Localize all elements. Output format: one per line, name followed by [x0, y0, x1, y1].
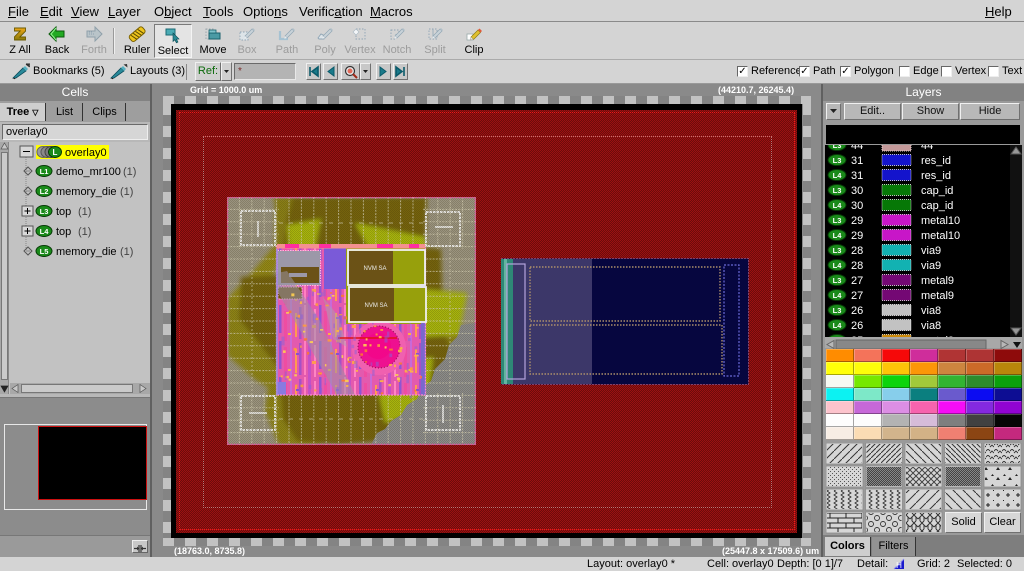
svg-text:(1): (1): [120, 246, 133, 258]
svg-text:27: 27: [851, 290, 863, 302]
svg-text:res_id: res_id: [921, 155, 951, 167]
svg-text:L3: L3: [833, 246, 842, 255]
svg-text:26: 26: [851, 305, 863, 317]
svg-text:memory_die: memory_die: [56, 186, 117, 198]
svg-text:L: L: [53, 148, 58, 157]
svg-text:NVM SA: NVM SA: [363, 266, 386, 272]
svg-text:L4: L4: [833, 261, 843, 270]
svg-text:44: 44: [921, 145, 933, 152]
svg-text:via9: via9: [921, 245, 941, 257]
svg-text:28: 28: [851, 245, 863, 257]
svg-text:L4: L4: [833, 291, 843, 300]
svg-text:L4: L4: [40, 227, 50, 236]
svg-text:29: 29: [851, 230, 863, 242]
svg-text:(1): (1): [78, 206, 91, 218]
svg-text:29: 29: [851, 215, 863, 227]
svg-text:L1: L1: [40, 167, 49, 176]
svg-text:L4: L4: [833, 231, 843, 240]
svg-text:31: 31: [851, 155, 863, 167]
svg-text:top: top: [56, 226, 71, 238]
svg-text:(1): (1): [120, 186, 133, 198]
svg-text:L4: L4: [833, 321, 843, 330]
svg-text:27: 27: [851, 275, 863, 287]
svg-text:metal10: metal10: [921, 230, 960, 242]
svg-text:L3: L3: [833, 186, 842, 195]
svg-text:L3: L3: [833, 216, 842, 225]
svg-text:28: 28: [851, 260, 863, 272]
svg-text:H: H: [896, 561, 902, 570]
svg-text:L3: L3: [833, 306, 842, 315]
svg-text:demo_mr100: demo_mr100: [56, 166, 121, 178]
svg-text:30: 30: [851, 185, 863, 197]
svg-text:memory_die: memory_die: [56, 246, 117, 258]
svg-text:44: 44: [851, 145, 863, 152]
svg-text:L4: L4: [833, 171, 843, 180]
svg-text:26: 26: [851, 320, 863, 332]
svg-text:metal9: metal9: [921, 275, 954, 287]
svg-text:res_id: res_id: [921, 170, 951, 182]
svg-text:cap_id: cap_id: [921, 200, 953, 212]
svg-text:via8: via8: [921, 305, 941, 317]
svg-text:(1): (1): [78, 226, 91, 238]
svg-text:cap_id: cap_id: [921, 185, 953, 197]
svg-text:via8: via8: [921, 320, 941, 332]
svg-text:31: 31: [851, 170, 863, 182]
svg-text:L3: L3: [833, 145, 842, 150]
svg-text:metal9: metal9: [921, 290, 954, 302]
svg-text:(1): (1): [123, 166, 136, 178]
svg-text:metal10: metal10: [921, 215, 960, 227]
svg-text:L3: L3: [833, 276, 842, 285]
svg-text:L5: L5: [40, 247, 49, 256]
svg-text:top: top: [56, 206, 71, 218]
svg-text:L3: L3: [40, 207, 49, 216]
svg-text:L3: L3: [833, 156, 842, 165]
svg-text:overlay0: overlay0: [65, 147, 107, 159]
svg-text:L4: L4: [833, 201, 843, 210]
svg-text:30: 30: [851, 200, 863, 212]
svg-text:NVM SA: NVM SA: [364, 303, 387, 309]
svg-text:via9: via9: [921, 260, 941, 272]
svg-text:L2: L2: [40, 187, 49, 196]
